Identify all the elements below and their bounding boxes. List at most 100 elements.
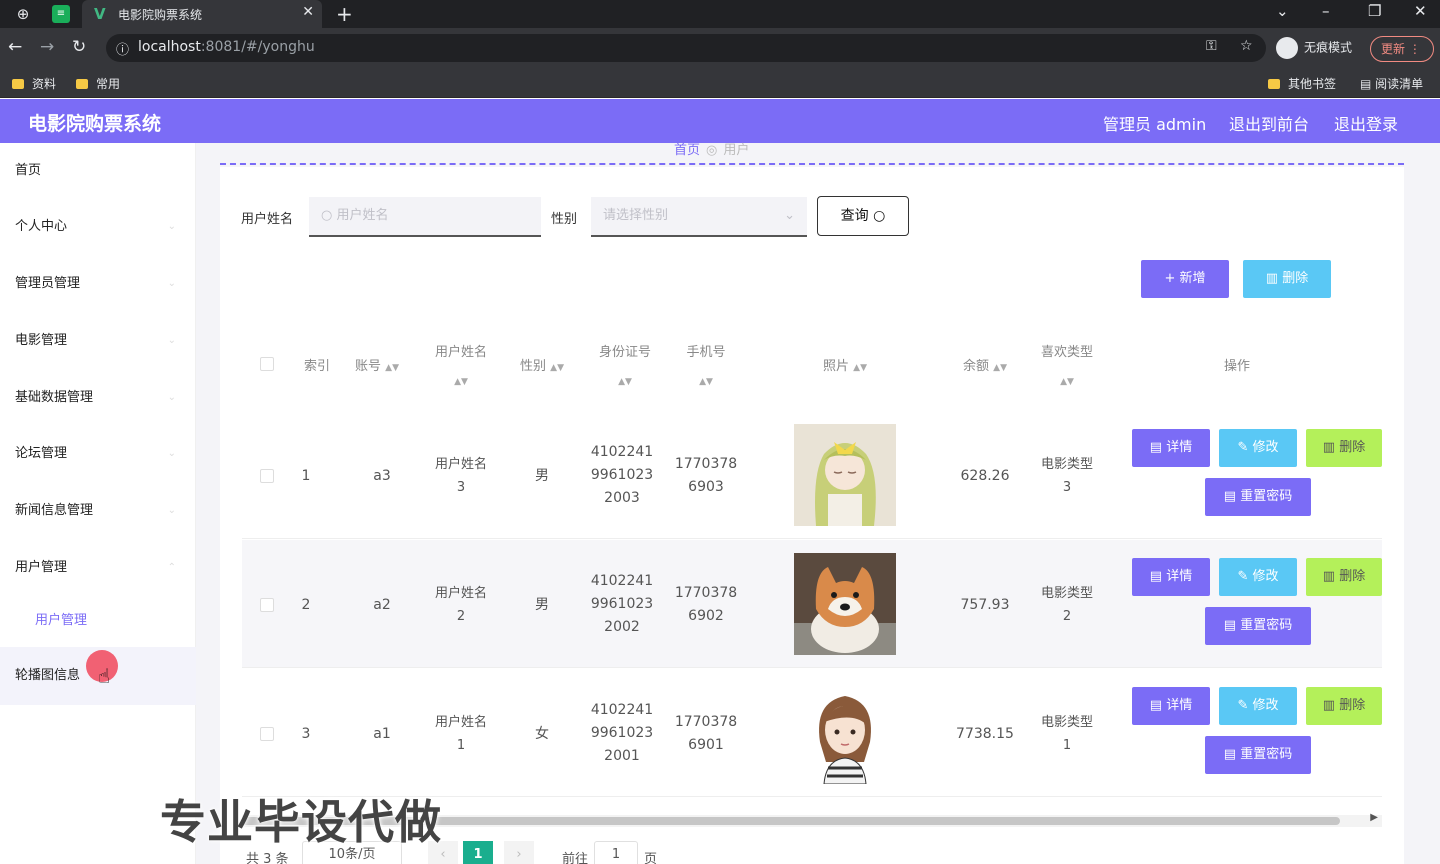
reading-list-icon: ▤ [1360,77,1376,91]
star-icon[interactable]: ☆ [1240,38,1253,54]
incognito-icon [1276,37,1298,59]
sort-icon[interactable]: ▲▼ [550,363,564,373]
col-header-id-card[interactable]: 身份证号 ▲▼ [590,339,660,396]
reset-password-button[interactable]: ▤ 重置密码 [1205,607,1311,645]
next-page-button[interactable]: › [504,841,534,864]
add-button[interactable]: + 新增 [1141,260,1229,298]
app-icon[interactable]: ≡ [52,5,70,23]
sort-icon[interactable]: ▲▼ [454,377,468,387]
chevron-down-icon: ⌄ [784,208,795,223]
col-header-account[interactable]: 账号 ▲▼ [352,355,402,374]
new-tab-icon[interactable]: + [336,2,353,26]
col-header-gender[interactable]: 性别 ▲▼ [514,355,570,374]
info-icon[interactable]: ⓘ [116,39,129,58]
globe-icon[interactable]: ⊕ [14,5,32,23]
detail-button[interactable]: ▤ 详情 [1132,429,1210,467]
page-number-current[interactable]: 1 [463,841,493,864]
sidebar-item-user-management[interactable]: 用户管理 ⌃ [0,540,196,596]
row-checkbox[interactable] [260,469,274,483]
delete-button[interactable]: ▥ 删除 [1243,260,1331,298]
sort-icon[interactable]: ▲▼ [993,363,1007,373]
incognito-indicator[interactable]: 无痕模式 [1276,37,1352,59]
row-checkbox[interactable] [260,727,274,741]
reset-password-button[interactable]: ▤ 重置密码 [1205,478,1311,516]
update-button[interactable]: 更新 ⋮ [1370,36,1434,62]
chevron-down-icon: ⌄ [167,448,176,459]
sidebar-item-basic-data[interactable]: 基础数据管理 ⌄ [0,370,196,426]
sort-icon[interactable]: ▲▼ [699,377,713,387]
close-icon[interactable]: ✕ [302,4,314,20]
bookmark-folder[interactable]: 常用 [76,75,120,92]
row-delete-button[interactable]: ▥ 删除 [1306,429,1382,467]
row-delete-button[interactable]: ▥ 删除 [1306,687,1382,725]
cell-id-card: 4102241 9961023 2001 [590,702,654,764]
cell-name: 用户姓名 1 [434,715,487,753]
sidebar-subitem-user-management[interactable]: 用户管理 [0,593,196,649]
goto-page-input[interactable]: 1 [594,841,638,864]
select-all-checkbox[interactable] [260,357,274,371]
chevron-down-icon: ⌄ [167,335,176,346]
search-icon: ○ [321,208,337,223]
row-delete-button[interactable]: ▥ 删除 [1306,558,1382,596]
sort-icon[interactable]: ▲▼ [618,377,632,387]
sidebar-item-forum[interactable]: 论坛管理 ⌄ [0,426,196,482]
sidebar-item-home[interactable]: 首页 [0,143,196,199]
sidebar: 首页 个人中心 ⌄ 管理员管理 ⌄ 电影管理 ⌄ 基础数据管理 ⌄ 论坛管理 ⌄ 新闻信息… [0,143,196,864]
name-search-input[interactable]: ○ 用户姓名 [309,197,541,237]
back-icon[interactable]: ← [8,37,22,57]
gender-select[interactable]: 请选择性别 ⌄ [591,197,807,237]
logout-link[interactable]: 退出登录 [1334,111,1398,135]
col-header-fav-type[interactable]: 喜欢类型 ▲▼ [1032,339,1102,396]
edit-button[interactable]: ✎ 修改 [1219,687,1297,725]
col-header-phone[interactable]: 手机号 ▲▼ [676,339,736,396]
url-text[interactable]: localhost:8081/#/yonghu [138,39,315,55]
breadcrumb-home[interactable]: 首页 [674,143,700,158]
reading-list[interactable]: ▤ 阅读清单 [1360,75,1423,92]
reset-password-button[interactable]: ▤ 重置密码 [1205,736,1311,774]
table-row: 2 a2 用户姓名 2 男 4102241 9961023 2002 1770378 6… [242,540,1382,668]
sidebar-item-admin-management[interactable]: 管理员管理 ⌄ [0,256,196,312]
sidebar-item-movie-management[interactable]: 电影管理 ⌄ [0,313,196,369]
sort-icon[interactable]: ▲▼ [385,363,399,373]
detail-button[interactable]: ▤ 详情 [1132,687,1210,725]
edit-button[interactable]: ✎ 修改 [1219,429,1297,467]
col-header-photo[interactable]: 照片 ▲▼ [802,355,888,374]
cell-gender: 女 [535,726,549,742]
col-header-balance[interactable]: 余额 ▲▼ [950,355,1020,374]
row-checkbox[interactable] [260,598,274,612]
reload-icon[interactable]: ↻ [72,37,86,57]
browser-tab[interactable]: V 电影院购票系统 ✕ [82,0,322,28]
user-photo[interactable] [794,553,896,655]
col-header-index: 索引 [303,359,330,374]
back-to-front-link[interactable]: 退出到前台 [1229,111,1309,135]
forward-icon[interactable]: → [40,37,54,57]
minimize-icon[interactable]: – [1322,2,1330,20]
sidebar-item-news[interactable]: 新闻信息管理 ⌄ [0,483,196,539]
user-photo[interactable] [794,424,896,526]
bookmark-folder[interactable]: 资料 [12,75,56,92]
address-bar[interactable]: ⓘ localhost:8081/#/yonghu ⚿ ☆ [106,34,1266,62]
key-icon[interactable]: ⚿ [1206,38,1217,54]
query-button[interactable]: 查询 ○ [817,196,909,236]
cell-phone: 1770378 6901 [674,714,738,753]
folder-icon [12,79,24,89]
restore-icon[interactable]: ❐ [1368,2,1381,20]
cell-balance: 7738.15 [956,726,1014,742]
user-photo[interactable] [794,682,896,784]
sidebar-item-label: 基础数据管理 [15,390,94,405]
sidebar-item-personal-center[interactable]: 个人中心 ⌄ [0,199,196,255]
sidebar-item-label: 电影管理 [15,333,68,348]
detail-button[interactable]: ▤ 详情 [1132,558,1210,596]
edit-button[interactable]: ✎ 修改 [1219,558,1297,596]
sidebar-item-label: 管理员管理 [15,276,81,291]
sort-icon[interactable]: ▲▼ [853,363,867,373]
chevron-down-icon: ⌄ [167,278,176,289]
col-header-name[interactable]: 用户姓名 ▲▼ [426,339,496,396]
sort-icon[interactable]: ▲▼ [1060,377,1074,387]
trash-icon: ▥ [1322,569,1340,584]
scroll-right-icon[interactable]: ▶ [1370,812,1378,823]
chevron-down-icon[interactable]: ⌄ [1276,2,1289,20]
bookmark-folder[interactable]: 其他书签 [1268,75,1336,92]
window-close-icon[interactable]: ✕ [1414,2,1427,20]
app-title: 电影院购票系统 [28,113,162,135]
